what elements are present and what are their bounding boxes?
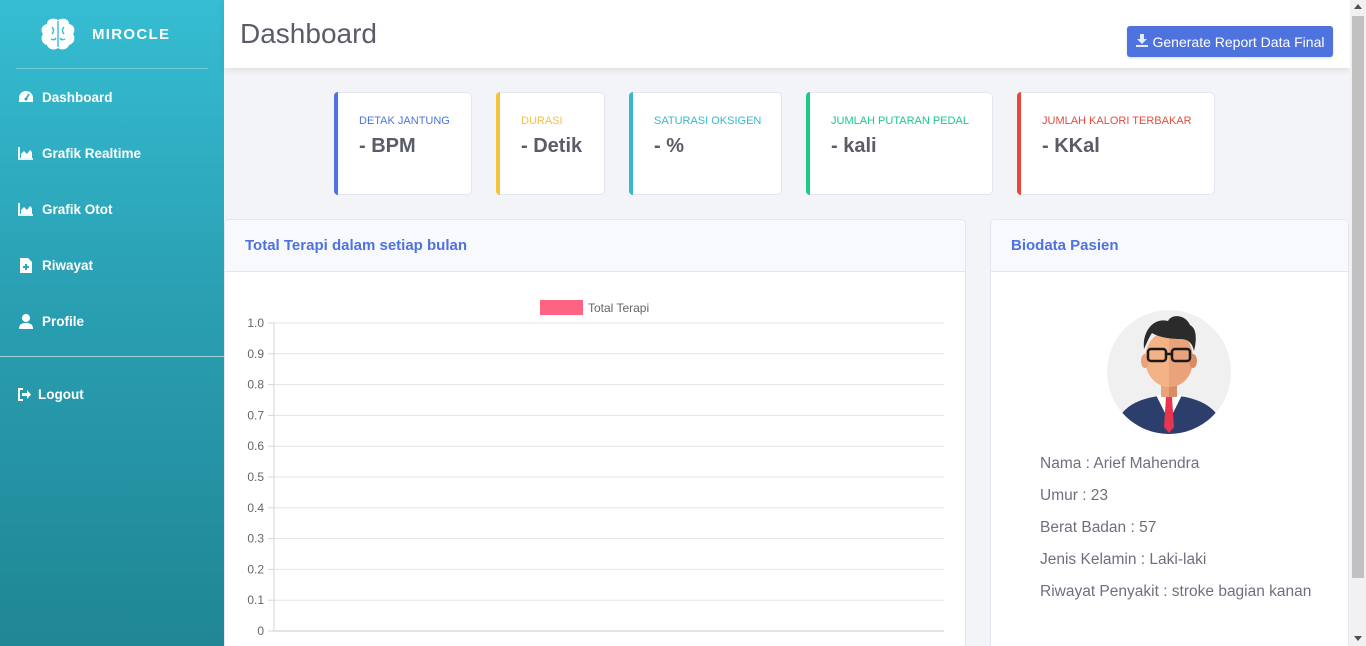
brain-icon (38, 16, 78, 52)
chart-y-tick-label: 0.1 (247, 593, 264, 607)
chart-y-tick-label: 0 (257, 624, 264, 638)
stat-card-durasi: DURASI - Detik (496, 92, 605, 195)
user-icon (18, 313, 34, 329)
stat-label: JUMLAH KALORI TERBAKAR (1042, 115, 1192, 127)
chart-y-tick-label: 0.3 (247, 532, 264, 546)
brand[interactable]: MIROCLE (0, 0, 224, 68)
scroll-up-arrow-icon[interactable] (1354, 4, 1362, 9)
chart-y-tick-label: 0.7 (247, 408, 264, 422)
sidebar-item-label: Dashboard (42, 89, 113, 105)
stat-card-jumlah-putaran-pedal: JUMLAH PUTARAN PEDAL - kali (806, 92, 993, 195)
download-icon (1135, 33, 1148, 50)
tachometer-icon (18, 89, 34, 105)
stat-accent-bar (806, 92, 810, 195)
scroll-down-arrow-icon[interactable] (1354, 636, 1362, 641)
biodata-card-title: Biodata Pasien (991, 220, 1348, 272)
generate-report-label: Generate Report Data Final (1152, 33, 1325, 50)
avatar-man-icon (1106, 309, 1232, 435)
chart-y-tick-label: 0.4 (247, 501, 264, 515)
generate-report-button[interactable]: Generate Report Data Final (1127, 26, 1333, 57)
sidebar-item-grafik-otot[interactable]: Grafik Otot (0, 181, 224, 237)
chart-y-tick-label: 0.2 (247, 562, 264, 576)
stat-value: - kali (831, 135, 877, 157)
stat-accent-bar (334, 92, 338, 195)
stat-card-detak-jantung: DETAK JANTUNG - BPM (334, 92, 472, 195)
stat-value: - % (654, 135, 684, 157)
stat-accent-bar (629, 92, 633, 195)
biodata-jenis-kelamin: Jenis Kelamin : Laki-laki (1040, 551, 1207, 568)
biodata-details: Nama : Arief Mahendra Umur : 23 Berat Ba… (1040, 452, 1320, 612)
sidebar-item-label: Profile (42, 313, 85, 329)
sidebar-nav: Dashboard Grafik Realtime Grafik Otot Ri… (0, 69, 224, 349)
sidebar-item-label: Grafik Realtime (42, 145, 142, 161)
stat-value: - KKal (1042, 135, 1100, 157)
file-medical-icon (18, 257, 34, 273)
stat-label: DURASI (521, 115, 563, 127)
chart-y-tick-label: 0.8 (247, 378, 264, 392)
biodata-nama: Nama : Arief Mahendra (1040, 455, 1200, 472)
sidebar: MIROCLE Dashboard Grafik Realtime Grafik… (0, 0, 224, 646)
stat-accent-bar (1017, 92, 1021, 195)
stat-accent-bar (496, 92, 500, 195)
logout-label: Logout (38, 386, 84, 402)
biodata-riwayat-penyakit: Riwayat Penyakit : stroke bagian kanan (1040, 583, 1312, 600)
logout-button[interactable]: Logout (0, 366, 224, 422)
chart-y-tick-label: 0.5 (247, 470, 264, 484)
chart-y-tick-label: 0.9 (247, 347, 264, 361)
stat-label: DETAK JANTUNG (359, 115, 450, 127)
area-chart-icon (18, 145, 34, 161)
stat-card-saturasi-oksigen: SATURASI OKSIGEN - % (629, 92, 782, 195)
total-terapi-chart: 1.0 0.9 0.8 0.7 0.6 0.5 0.4 0.3 0.2 0.1 0 (247, 316, 944, 638)
topbar: Dashboard Generate Report Data Final (224, 0, 1350, 68)
chart-y-tick-label: 1.0 (247, 316, 264, 330)
sidebar-item-grafik-realtime[interactable]: Grafik Realtime (0, 125, 224, 181)
page-title: Dashboard (240, 18, 377, 49)
chart-y-tick-label: 0.6 (247, 439, 264, 453)
biodata-berat-badan: Berat Badan : 57 (1040, 519, 1157, 536)
biodata-umur: Umur : 23 (1040, 487, 1109, 504)
scrollbar-thumb[interactable] (1352, 16, 1364, 578)
sidebar-item-profile[interactable]: Profile (0, 293, 224, 349)
chart-card-title: Total Terapi dalam setiap bulan (225, 220, 965, 272)
sidebar-divider (0, 356, 224, 357)
sidebar-item-riwayat[interactable]: Riwayat (0, 237, 224, 293)
stat-label: JUMLAH PUTARAN PEDAL (831, 115, 969, 127)
sidebar-item-label: Riwayat (42, 257, 94, 273)
stat-label: SATURASI OKSIGEN (654, 115, 762, 127)
brand-name: MIROCLE (92, 25, 171, 43)
stat-card-jumlah-kalori: JUMLAH KALORI TERBAKAR - KKal (1017, 92, 1215, 195)
stat-value: - BPM (359, 135, 416, 157)
sign-out-icon (16, 386, 32, 402)
sidebar-item-label: Grafik Otot (42, 201, 113, 217)
stat-value: - Detik (521, 135, 583, 157)
sidebar-item-dashboard[interactable]: Dashboard (0, 69, 224, 125)
area-chart-icon (18, 201, 34, 217)
